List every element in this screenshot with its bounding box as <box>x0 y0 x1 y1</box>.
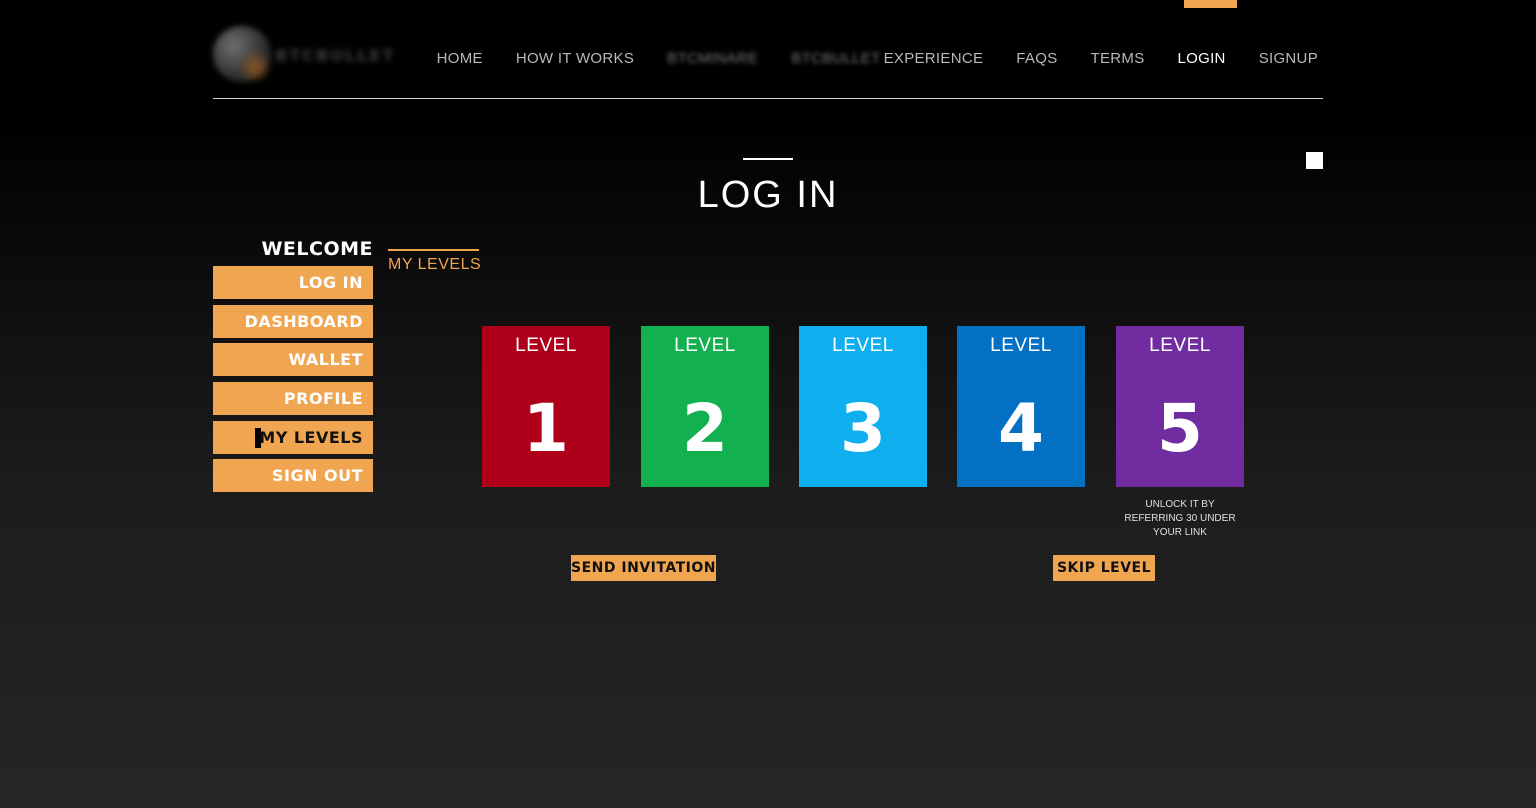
nav-how-it-works[interactable]: HOW IT WORKS <box>516 50 634 67</box>
level-number: 2 <box>682 390 728 467</box>
logo-text: BTCBULLET <box>275 46 396 65</box>
section-tab-line <box>388 249 479 251</box>
sidebar-item-label: PROFILE <box>283 389 363 408</box>
nav-btcminare[interactable]: BTCMINARE <box>667 50 758 67</box>
level-card-5[interactable]: LEVEL 5 <box>1116 326 1244 487</box>
header-divider <box>213 98 1323 99</box>
sidebar-item-log-in[interactable]: LOG IN <box>213 266 373 299</box>
main-nav: HOME HOW IT WORKS BTCMINARE BTCBULLET EX… <box>404 50 1318 67</box>
level-card-4[interactable]: LEVEL 4 <box>957 326 1085 487</box>
sidebar-item-wallet[interactable]: WALLET <box>213 343 373 376</box>
active-marker <box>255 428 261 448</box>
title-accent-line <box>743 158 793 160</box>
level-number: 3 <box>840 390 886 467</box>
level-label: LEVEL <box>674 335 736 356</box>
sidebar-item-profile[interactable]: PROFILE <box>213 382 373 415</box>
skip-level-button[interactable]: SKIP LEVEL <box>1053 555 1155 581</box>
logo-icon <box>213 26 275 82</box>
sidebar-item-my-levels[interactable]: MY LEVELS <box>213 421 373 454</box>
level-card-3[interactable]: LEVEL 3 <box>799 326 927 487</box>
nav-terms[interactable]: TERMS <box>1091 50 1145 67</box>
sidebar-item-label: DASHBOARD <box>244 312 363 331</box>
level-number: 5 <box>1157 390 1203 467</box>
level-label: LEVEL <box>1149 335 1211 356</box>
sidebar-item-label: WALLET <box>288 350 363 369</box>
top-accent-bar <box>1184 0 1237 8</box>
welcome-heading: WELCOME <box>261 238 373 260</box>
site-logo[interactable]: BTCBULLET <box>213 26 403 86</box>
sidebar-item-dashboard[interactable]: DASHBOARD <box>213 305 373 338</box>
sidebar-item-label: SIGN OUT <box>271 466 363 485</box>
nav-btcbullet[interactable]: BTCBULLET <box>791 50 880 67</box>
level-label: LEVEL <box>990 335 1052 356</box>
sidebar-item-label: LOG IN <box>298 273 363 292</box>
level-card-1[interactable]: LEVEL 1 <box>482 326 610 487</box>
send-invitation-button[interactable]: SEND INVITATION <box>571 555 716 581</box>
square-icon[interactable] <box>1306 152 1323 169</box>
nav-signup[interactable]: SIGNUP <box>1259 50 1318 67</box>
nav-experience[interactable]: EXPERIENCE <box>884 50 984 67</box>
unlock-note: UNLOCK IT BY REFERRING 30 UNDER YOUR LIN… <box>1124 499 1236 538</box>
page-title: LOG IN <box>697 174 839 216</box>
level-number: 4 <box>998 390 1044 467</box>
sidebar-item-sign-out[interactable]: SIGN OUT <box>213 459 373 492</box>
level-label: LEVEL <box>832 335 894 356</box>
section-tab-my-levels[interactable]: MY LEVELS <box>388 256 481 274</box>
level-label: LEVEL <box>515 335 577 356</box>
level-number: 1 <box>523 390 569 467</box>
sidebar-item-label: MY LEVELS <box>259 428 363 447</box>
level-card-2[interactable]: LEVEL 2 <box>641 326 769 487</box>
nav-login[interactable]: LOGIN <box>1178 50 1226 67</box>
nav-faqs[interactable]: FAQS <box>1016 50 1057 67</box>
nav-home[interactable]: HOME <box>437 50 483 67</box>
